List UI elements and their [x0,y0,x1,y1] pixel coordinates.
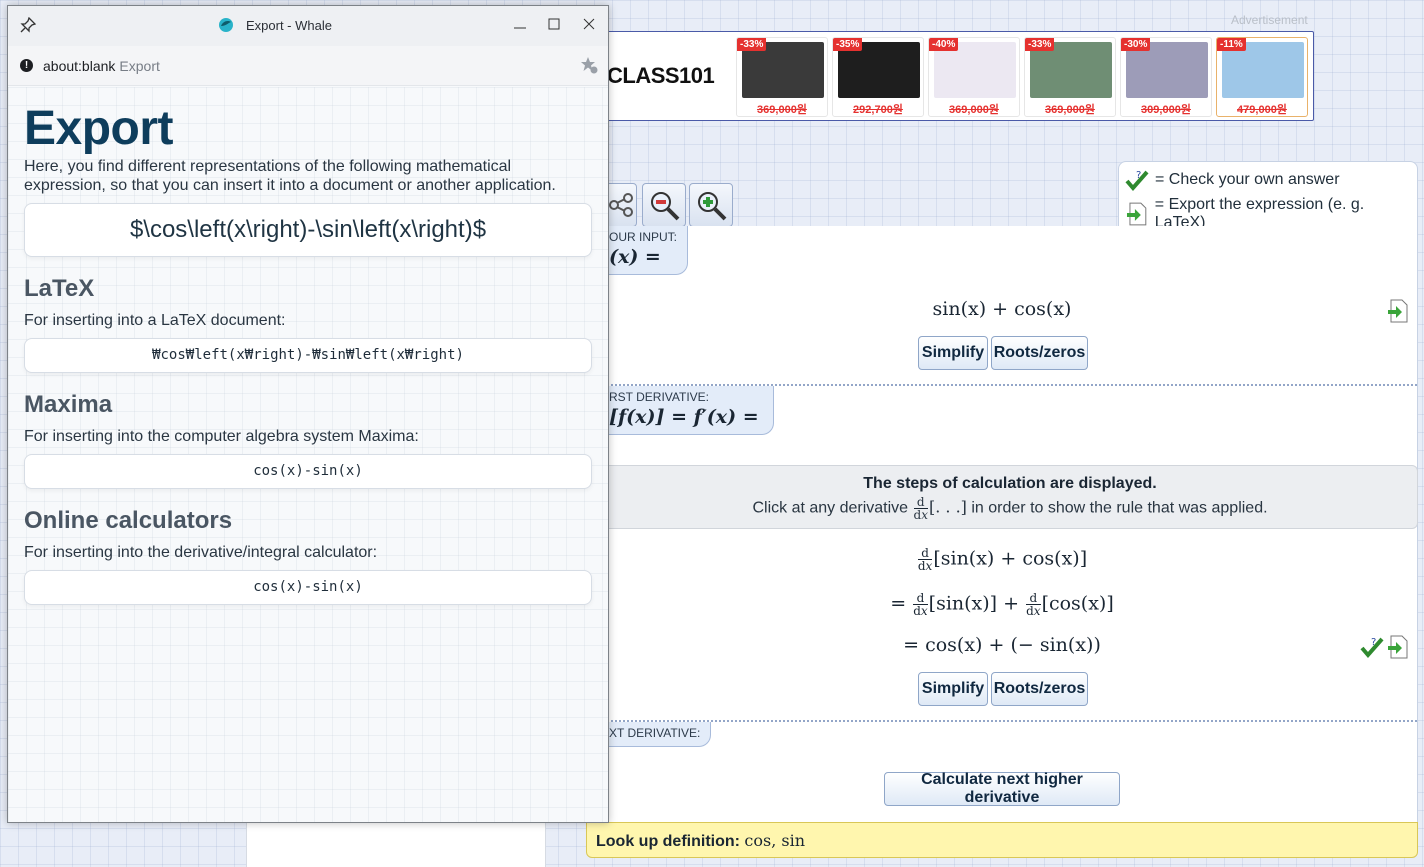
ad-product-card[interactable]: -11% 479,000원 [1216,37,1308,117]
ad-price: 369,000원 [1045,104,1095,116]
zoom-out-icon [651,192,680,221]
ad-price: 292,700원 [853,104,903,116]
legend-check-row: ? = Check your own answer [1125,168,1340,192]
ad-product-card[interactable]: -40% 369,000원 [928,37,1020,117]
zoom-in-icon [698,192,727,221]
ad-price: 369,000원 [757,104,807,116]
derivative-step-2[interactable]: = d dx [sin(x)] + d dx [cos(x)] [587,592,1417,617]
steps-info-box: The steps of calculation are displayed. … [602,465,1418,529]
discount-badge: -35% [833,38,863,51]
bookmark-star-icon[interactable] [580,56,598,74]
step-2-eq: = [890,592,913,615]
discount-badge: -30% [1121,38,1151,51]
section-desc-online: For inserting into the derivative/integr… [24,544,378,561]
legend-check-text: = Check your own answer [1155,171,1340,188]
discount-badge: -11% [1217,38,1246,51]
info-text-mid: [. . .] [929,497,967,517]
discount-badge: -33% [1025,38,1055,51]
section-desc-maxima: For inserting into the computer algebra … [24,428,419,445]
pin-icon[interactable] [20,17,36,33]
your-input-label: OUR INPUT: [609,230,678,244]
input-expression: sin(x) + cos(x) [932,298,1072,320]
your-input-math: (x) = [609,246,661,268]
svg-text:?: ? [1136,170,1141,181]
section-desc-latex: For inserting into a LaTeX document: [24,312,286,329]
latex-code-field[interactable]: ₩cos₩left(x₩right)-₩sin₩left(x₩right) [24,338,592,373]
export-page-content: Export Here, you find different represen… [8,87,608,822]
derivative-step-1[interactable]: d dx [sin(x) + cos(x)] [587,547,1417,572]
url-display[interactable]: about:blank Export [43,58,160,74]
info-text-pre: Click at any derivative [752,499,909,517]
lookup-links[interactable]: cos, sin [744,831,805,850]
derivative-operator: d dx [913,495,928,522]
url: about:blank [43,58,116,74]
page-title: Export [24,102,174,155]
section-title-latex: LaTeX [24,275,95,302]
expression-card[interactable]: $\cos\left(x\right)-\sin\left(x\right)$ [24,203,592,257]
check-answer-icon: ? [1125,170,1149,192]
info-icon[interactable]: ! [20,59,33,72]
zoom-out-button[interactable] [642,183,686,227]
ad-label: Advertisement [1231,13,1308,27]
ad-price: 309,000원 [1141,104,1191,116]
derivative-step-3: = cos(x) + (− sin(x)) [903,634,1101,656]
ad-brand-logo: CLASS101 [607,63,715,88]
next-derivative-label: XT DERIVATIVE: [609,726,701,740]
info-text-post: in order to show the rule that was appli… [971,499,1268,517]
whale-logo-icon [219,18,233,32]
minimize-icon[interactable] [508,12,532,36]
window-title: Export - Whale [218,17,332,33]
lookup-definition-bar: Look up definition: cos, sin [586,822,1418,858]
results-panel: OUR INPUT: (x) = sin(x) + cos(x) Simplif… [586,226,1418,822]
ad-product-card[interactable]: -33% 369,000원 [736,37,828,117]
ad-product-card[interactable]: -33% 369,000원 [1024,37,1116,117]
section-title-maxima: Maxima [24,391,113,418]
discount-badge: -33% [737,38,767,51]
first-derivative-tag: RST DERIVATIVE: [f(x)] = f′(x) = [587,386,774,435]
export-icon [1126,202,1147,226]
roots-zeros-button[interactable]: Roots/zeros [991,672,1088,706]
first-derivative-math: [f(x)] = f′(x) = [609,406,759,428]
window-title-text: Export - Whale [246,17,332,33]
legend: ? = Check your own answer = Export the e… [1118,161,1418,231]
url-page-title: Export [119,58,160,74]
steps-info-text: Click at any derivative d dx [. . .] in or… [603,496,1417,521]
roots-zeros-button[interactable]: Roots/zeros [991,336,1088,370]
first-derivative-label: RST DERIVATIVE: [609,390,710,404]
step-1-text: [sin(x) + cos(x)] [933,547,1088,570]
page-intro: Here, you find different representations… [24,158,556,194]
export-icon[interactable] [1386,635,1410,659]
ad-banner[interactable]: CLASS101 -33% 369,000원 -35% 292,700원 -40… [592,31,1314,121]
maximize-icon[interactable] [542,12,566,36]
export-icon[interactable] [1386,299,1410,323]
address-bar[interactable]: ! about:blank Export [8,46,608,86]
side-panel [246,822,546,867]
close-icon[interactable] [577,12,601,36]
ad-price: 369,000원 [949,104,999,116]
ad-price: 479,000원 [1237,104,1287,116]
step-2-mid: [sin(x)] + [928,592,1026,615]
derivative-operator[interactable]: d dx [913,592,928,617]
section-title-online: Online calculators [24,507,233,534]
steps-info-title: The steps of calculation are displayed. [863,475,1157,492]
simplify-button[interactable]: Simplify [918,672,988,706]
check-answer-icon[interactable]: ? [1360,635,1384,659]
title-bar[interactable]: Export - Whale [8,6,608,46]
step-2-end: [cos(x)] [1041,592,1114,615]
divider [587,720,1417,722]
zoom-in-button[interactable] [689,183,733,227]
discount-badge: -40% [929,38,959,51]
ad-product-card[interactable]: -35% 292,700원 [832,37,924,117]
lookup-label: Look up definition: [596,833,740,850]
simplify-button[interactable]: Simplify [918,336,988,370]
derivative-operator[interactable]: d dx [1026,592,1041,617]
svg-text:?: ? [1371,637,1376,648]
next-derivative-button[interactable]: Calculate next higher derivative [884,771,1120,806]
maxima-code-field[interactable]: cos(x)-sin(x) [24,454,592,489]
export-popup-window: Export - Whale ! about:blank Export Expor… [7,5,609,823]
ad-product-card[interactable]: -30% 309,000원 [1120,37,1212,117]
online-calculator-code-field[interactable]: cos(x)-sin(x) [24,570,592,605]
derivative-operator[interactable]: d dx [917,547,933,572]
